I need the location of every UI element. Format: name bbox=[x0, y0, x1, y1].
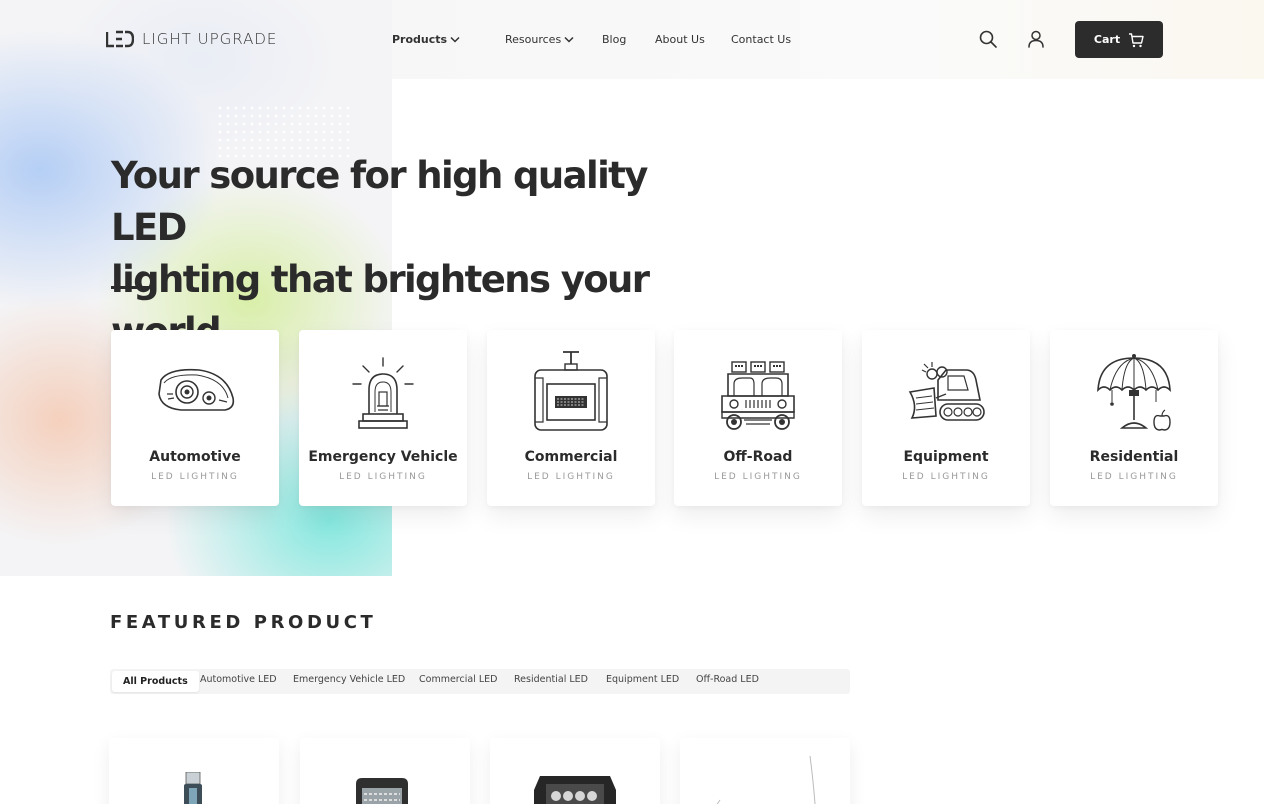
hero-divider bbox=[111, 286, 149, 289]
tab-automotive-led[interactable]: Automotive LED bbox=[200, 674, 277, 685]
site-header: LIGHT UPGRADE Products Resources Blog Ab… bbox=[0, 0, 1264, 79]
category-card-commercial[interactable]: Commercial LED LIGHTING bbox=[487, 330, 655, 506]
chevron-down-icon bbox=[450, 36, 460, 43]
led-bulb-product-image bbox=[184, 772, 202, 804]
product-card[interactable] bbox=[300, 738, 470, 804]
nav-item-about-us[interactable]: About Us bbox=[655, 33, 705, 46]
cart-label: Cart bbox=[1093, 33, 1121, 46]
category-card-off-road[interactable]: Off-Road LED LIGHTING bbox=[674, 330, 842, 506]
beacon-light-icon bbox=[352, 357, 414, 429]
nav-item-blog[interactable]: Blog bbox=[602, 33, 626, 46]
hero-title: Your source for high quality LED lightin… bbox=[111, 150, 711, 358]
tab-emergency-vehicle-led[interactable]: Emergency Vehicle LED bbox=[293, 674, 405, 685]
product-card[interactable] bbox=[680, 738, 850, 804]
floodlight-product-image bbox=[356, 778, 408, 804]
nav-item-contact-us[interactable]: Contact Us bbox=[731, 33, 791, 46]
hero-title-line-1: Your source for high quality LED bbox=[111, 154, 648, 249]
nav-item-products[interactable]: Products bbox=[392, 33, 460, 46]
product-card[interactable] bbox=[109, 738, 279, 804]
nav-item-label: Resources bbox=[505, 33, 562, 46]
category-subtitle: LED LIGHTING bbox=[714, 472, 802, 482]
category-title: Automotive bbox=[149, 449, 241, 465]
brand-logo[interactable]: LIGHT UPGRADE bbox=[106, 30, 277, 48]
brand-name: LIGHT UPGRADE bbox=[142, 30, 278, 48]
lamp-product-image bbox=[716, 756, 816, 804]
nav-item-label: Contact Us bbox=[731, 33, 792, 46]
chevron-down-icon bbox=[564, 36, 574, 43]
jeep-icon bbox=[721, 361, 795, 430]
category-card-automotive[interactable]: Automotive LED LIGHTING bbox=[111, 330, 279, 506]
category-title: Equipment bbox=[903, 449, 989, 465]
user-icon[interactable] bbox=[1026, 29, 1046, 49]
headlight-icon bbox=[158, 368, 235, 411]
nav-item-label: About Us bbox=[655, 33, 705, 46]
tab-residential-led[interactable]: Residential LED bbox=[514, 674, 588, 685]
category-subtitle: LED LIGHTING bbox=[151, 472, 239, 482]
category-title: Off-Road bbox=[723, 449, 793, 465]
category-card-equipment[interactable]: Equipment LED LIGHTING bbox=[862, 330, 1030, 506]
led-logo-icon bbox=[106, 30, 134, 48]
category-title: Commercial bbox=[524, 449, 618, 465]
floodlight-icon bbox=[534, 351, 608, 431]
cart-icon bbox=[1129, 32, 1144, 47]
category-subtitle: LED LIGHTING bbox=[339, 472, 427, 482]
bulldozer-icon bbox=[908, 362, 985, 421]
nav-item-label: Blog bbox=[602, 33, 627, 46]
category-subtitle: LED LIGHTING bbox=[902, 472, 990, 482]
product-filter-tabs: All Products Automotive LED Emergency Ve… bbox=[110, 669, 850, 694]
featured-heading: FEATURED PRODUCT bbox=[110, 612, 377, 633]
cart-button[interactable]: Cart bbox=[1075, 21, 1163, 58]
category-title: Residential bbox=[1089, 449, 1179, 465]
tab-commercial-led[interactable]: Commercial LED bbox=[419, 674, 497, 685]
search-icon[interactable] bbox=[978, 29, 998, 49]
light-bar-product-image bbox=[534, 776, 616, 804]
nav-item-resources[interactable]: Resources bbox=[505, 33, 574, 46]
category-card-residential[interactable]: Residential LED LIGHTING bbox=[1050, 330, 1218, 506]
product-card[interactable] bbox=[490, 738, 660, 804]
tab-off-road-led[interactable]: Off-Road LED bbox=[696, 674, 759, 685]
tab-equipment-led[interactable]: Equipment LED bbox=[606, 674, 679, 685]
umbrella-lamp-icon bbox=[1097, 354, 1171, 431]
category-title: Emergency Vehicle bbox=[308, 449, 458, 465]
category-subtitle: LED LIGHTING bbox=[1090, 472, 1178, 482]
category-subtitle: LED LIGHTING bbox=[527, 472, 615, 482]
tab-all-products[interactable]: All Products bbox=[112, 671, 199, 692]
category-card-emergency-vehicle[interactable]: Emergency Vehicle LED LIGHTING bbox=[299, 330, 467, 506]
nav-item-label: Products bbox=[392, 33, 448, 46]
